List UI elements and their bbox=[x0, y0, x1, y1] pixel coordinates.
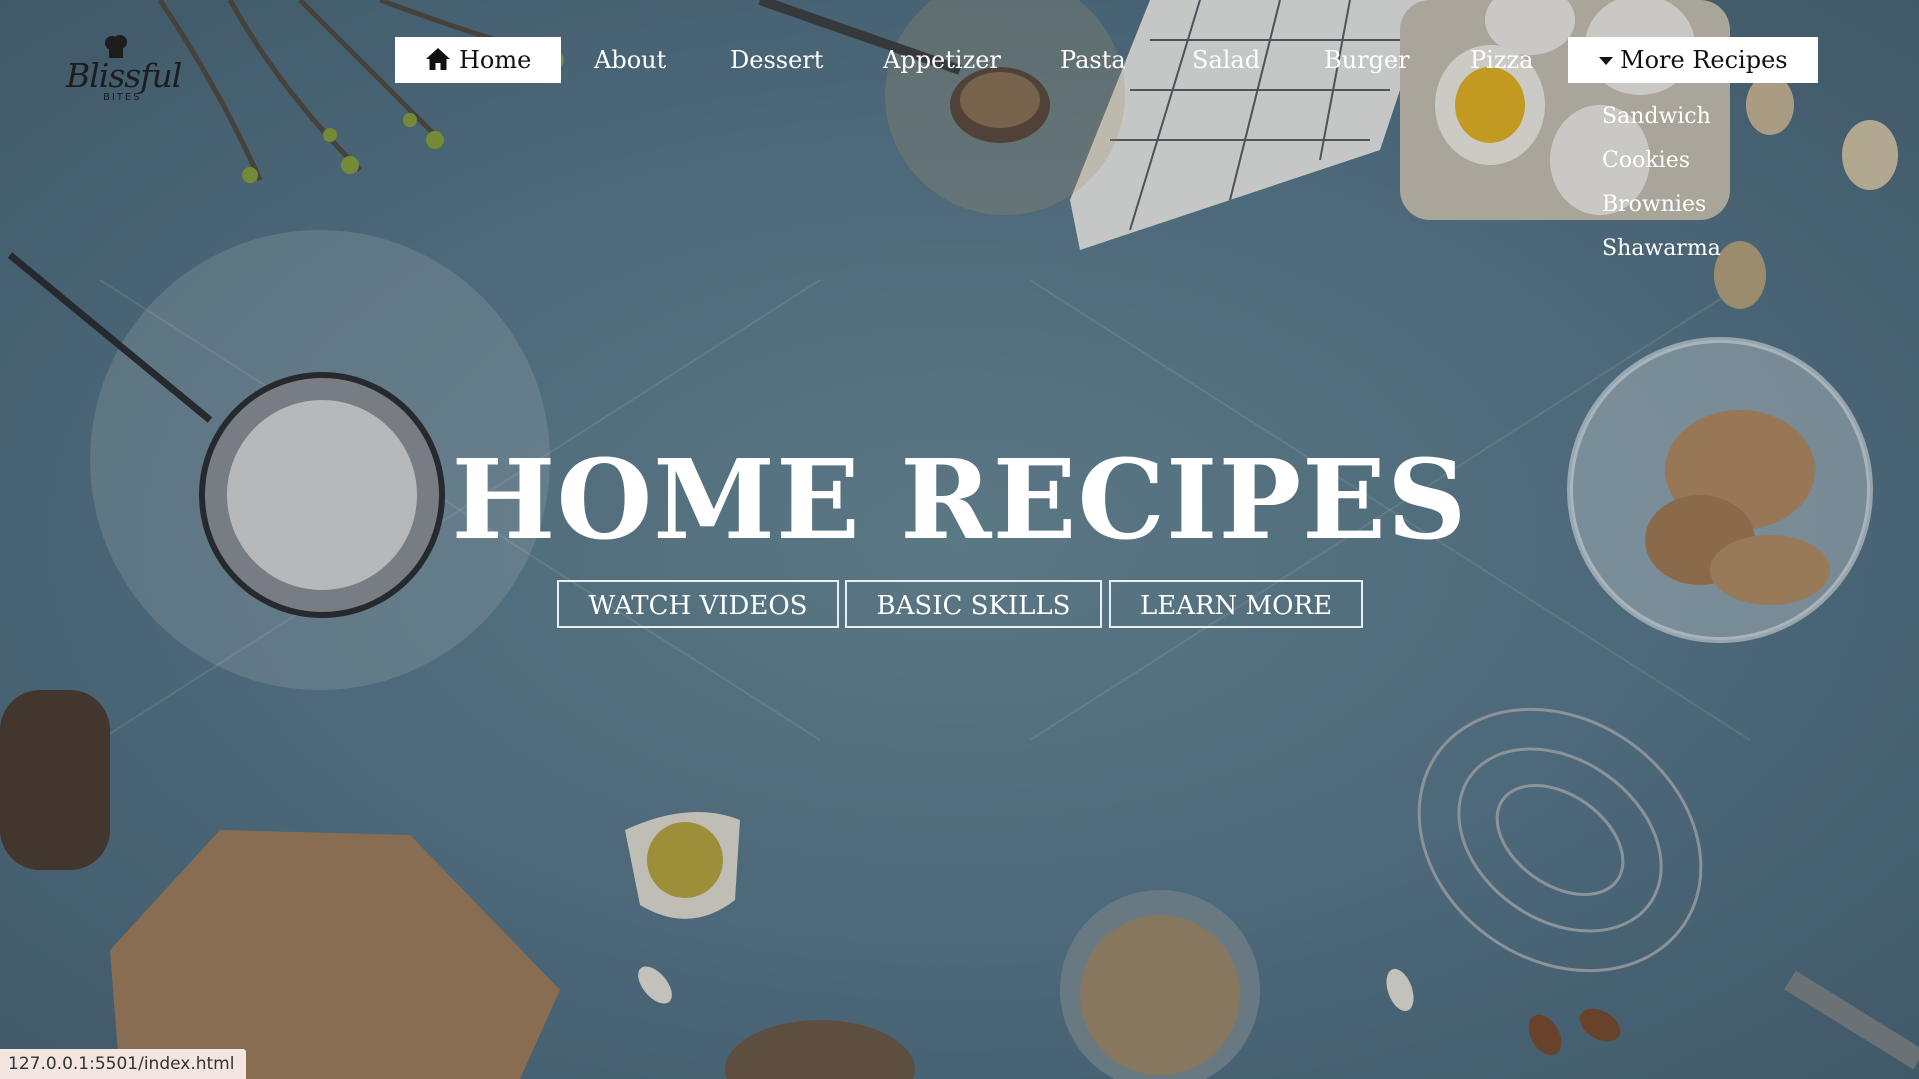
nav-about[interactable]: About bbox=[594, 37, 666, 83]
nav-dessert[interactable]: Dessert bbox=[730, 37, 823, 83]
caret-down-icon bbox=[1599, 57, 1613, 65]
basic-skills-button[interactable]: BASIC SKILLS bbox=[845, 580, 1102, 628]
browser-status-url: 127.0.0.1:5501/index.html bbox=[0, 1049, 247, 1079]
dropdown-item-shawarma[interactable]: Shawarma bbox=[1602, 227, 1721, 271]
dropdown-item-brownies[interactable]: Brownies bbox=[1602, 183, 1721, 227]
more-recipes-dropdown: Sandwich Cookies Brownies Shawarma bbox=[1602, 95, 1721, 271]
nav-appetizer[interactable]: Appetizer bbox=[883, 37, 1001, 83]
home-icon bbox=[426, 48, 450, 70]
watch-videos-button[interactable]: WATCH VIDEOS bbox=[557, 580, 839, 628]
nav-pizza[interactable]: Pizza bbox=[1470, 37, 1533, 83]
nav-burger[interactable]: Burger bbox=[1324, 37, 1410, 83]
nav-more-recipes[interactable]: More Recipes bbox=[1568, 37, 1818, 83]
dropdown-item-sandwich[interactable]: Sandwich bbox=[1602, 95, 1721, 139]
nav-more-label: More Recipes bbox=[1620, 46, 1788, 74]
nav-salad[interactable]: Salad bbox=[1192, 37, 1260, 83]
learn-more-button[interactable]: LEARN MORE bbox=[1109, 580, 1363, 628]
nav-home-label: Home bbox=[459, 46, 532, 74]
nav-pasta[interactable]: Pasta bbox=[1060, 37, 1126, 83]
dropdown-item-cookies[interactable]: Cookies bbox=[1602, 139, 1721, 183]
hero-title: HOME RECIPES bbox=[451, 435, 1468, 564]
nav-home[interactable]: Home bbox=[395, 37, 562, 83]
